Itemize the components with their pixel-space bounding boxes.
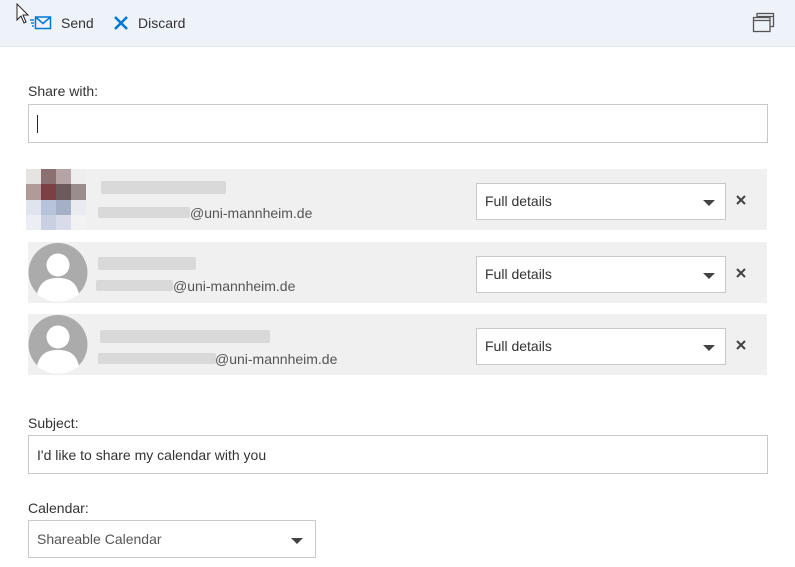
compose-toolbar: Send Discard [0,0,795,47]
recipient-email-domain: @uni-mannheim.de [173,278,296,294]
blurred-email-local [98,353,216,364]
recipient-email-domain: @uni-mannheim.de [215,351,338,367]
remove-recipient-icon[interactable] [734,338,748,352]
blurred-email-local [98,207,190,218]
discard-button[interactable]: Discard [113,11,185,35]
chevron-down-icon [703,200,715,206]
recipient-row: @uni-mannheim.de Full details [28,242,767,303]
send-label: Send [61,15,94,31]
blurred-name [98,257,196,270]
subject-input[interactable]: I'd like to share my calendar with you [28,435,768,474]
text-caret [37,115,38,133]
recipient-email-domain: @uni-mannheim.de [190,205,313,221]
share-with-input[interactable] [28,104,768,143]
chevron-down-icon [291,538,303,544]
close-icon [113,15,129,31]
permission-value: Full details [485,193,552,209]
remove-recipient-icon[interactable] [734,193,748,207]
recipient-row: @uni-mannheim.de Full details [28,314,767,375]
avatar [26,169,86,230]
send-mail-icon [30,15,52,31]
permission-dropdown[interactable]: Full details [476,183,726,220]
mouse-pointer-icon [16,2,30,25]
remove-recipient-icon[interactable] [734,266,748,280]
permission-value: Full details [485,266,552,282]
calendar-label: Calendar: [28,500,89,516]
default-person-icon [28,242,88,303]
discard-label: Discard [138,15,186,31]
chevron-down-icon [703,345,715,351]
permission-dropdown[interactable]: Full details [476,256,726,293]
calendar-dropdown[interactable]: Shareable Calendar [28,520,316,558]
calendar-value: Shareable Calendar [37,531,162,547]
permission-dropdown[interactable]: Full details [476,328,726,365]
blurred-name [101,181,226,194]
permission-value: Full details [485,338,552,354]
send-button[interactable]: Send [30,11,94,35]
share-with-label: Share with: [28,83,99,99]
default-person-icon [28,314,88,375]
popout-window-icon[interactable] [752,12,775,33]
chevron-down-icon [703,273,715,279]
subject-value: I'd like to share my calendar with you [37,447,267,463]
subject-label: Subject: [28,415,79,431]
blurred-email-local [96,280,173,291]
blurred-name [100,330,270,343]
recipient-row: @uni-mannheim.de Full details [26,169,767,230]
